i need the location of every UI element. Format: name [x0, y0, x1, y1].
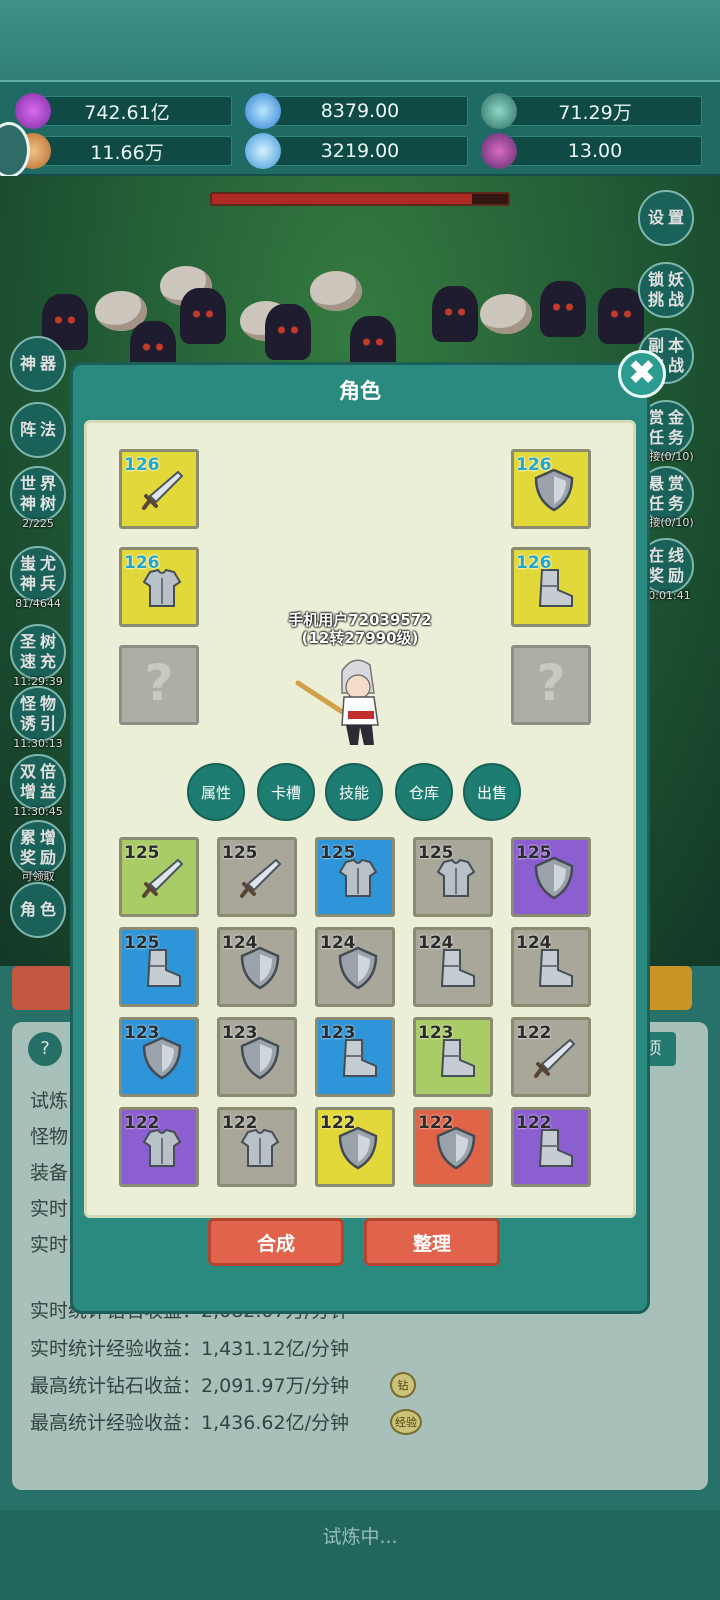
resource-ice[interactable]: 3219.00 [245, 133, 468, 169]
inventory-armor-slot[interactable]: 125 [413, 837, 493, 917]
character-panel: 126 126 126 126?? 手机用户72039572 (12转27990级) … [84, 420, 636, 1218]
inventory-armor-slot[interactable]: 122 [217, 1107, 297, 1187]
inventory-armor-slot[interactable]: 125 [315, 837, 395, 917]
potion-icon [481, 133, 517, 169]
ice-crystal-icon [245, 133, 281, 169]
inventory-boots-slot[interactable]: 124 [511, 927, 591, 1007]
item-level: 126 [124, 553, 160, 573]
top-header-band [0, 0, 720, 80]
item-level: 125 [222, 843, 258, 863]
item-level: 122 [418, 1113, 454, 1133]
inventory-sword-slot[interactable]: 125 [217, 837, 297, 917]
question-mark-icon: ? [144, 654, 174, 712]
inventory-shield-slot[interactable]: 122 [413, 1107, 493, 1187]
empty-slot[interactable]: ? [119, 645, 199, 725]
item-level: 123 [222, 1023, 258, 1043]
blue-crystal-icon [245, 93, 281, 129]
close-icon[interactable]: ✖ [618, 350, 666, 398]
item-level: 124 [418, 933, 454, 953]
rune-orb-icon [481, 93, 517, 129]
resource-value: 742.61亿 [84, 101, 170, 124]
resource-value: 71.29万 [558, 101, 632, 124]
item-level: 122 [516, 1113, 552, 1133]
resource-value: 8379.00 [320, 100, 400, 122]
tab-3[interactable]: 技能 [325, 763, 383, 821]
inventory-boots-slot[interactable]: 123 [315, 1017, 395, 1097]
item-level: 124 [516, 933, 552, 953]
item-level: 125 [124, 933, 160, 953]
item-level: 125 [320, 843, 356, 863]
inventory-shield-slot[interactable]: 123 [217, 1017, 297, 1097]
item-level: 124 [222, 933, 258, 953]
player-name-text: 手机用户72039572 [288, 611, 432, 629]
tab-4[interactable]: 仓库 [395, 763, 453, 821]
tab-5[interactable]: 出售 [463, 763, 521, 821]
inventory-boots-slot[interactable]: 125 [119, 927, 199, 1007]
inventory-sword-slot[interactable]: 125 [119, 837, 199, 917]
item-level: 122 [320, 1113, 356, 1133]
item-level: 123 [418, 1023, 454, 1043]
modal-title: 角色 [339, 379, 381, 403]
resource-rune[interactable]: 71.29万 [481, 93, 702, 129]
item-level: 126 [516, 455, 552, 475]
player-level-text: (12转27990级) [301, 629, 419, 647]
inventory-shield-slot[interactable]: 124 [217, 927, 297, 1007]
item-level: 122 [222, 1113, 258, 1133]
item-level: 125 [418, 843, 454, 863]
tab-2[interactable]: 卡槽 [257, 763, 315, 821]
item-level: 123 [320, 1023, 356, 1043]
item-level: 122 [124, 1113, 160, 1133]
item-level: 126 [516, 553, 552, 573]
inventory-armor-slot[interactable]: 122 [119, 1107, 199, 1187]
resource-value: 13.00 [567, 140, 623, 162]
inventory-boots-slot[interactable]: 122 [511, 1107, 591, 1187]
inventory-shield-slot[interactable]: 124 [315, 927, 395, 1007]
equipped-sword-slot[interactable]: 126 [119, 449, 199, 529]
tab-1[interactable]: 属性 [187, 763, 245, 821]
player-name: 手机用户72039572 (12转27990级) [87, 611, 633, 647]
sort-button[interactable]: 整理 [364, 1218, 500, 1266]
inventory-shield-slot[interactable]: 125 [511, 837, 591, 917]
resource-diamond[interactable]: 742.61亿 [15, 93, 232, 129]
item-level: 123 [124, 1023, 160, 1043]
inventory-boots-slot[interactable]: 124 [413, 927, 493, 1007]
resource-potion[interactable]: 13.00 [481, 133, 702, 169]
resource-bar: 742.61亿 8379.00 71.29万 11.66万 3219.00 13… [0, 80, 720, 176]
question-mark-icon: ? [536, 654, 566, 712]
inventory-sword-slot[interactable]: 122 [511, 1017, 591, 1097]
synthesize-button[interactable]: 合成 [208, 1218, 344, 1266]
item-level: 122 [516, 1023, 552, 1043]
resource-value: 3219.00 [320, 140, 400, 162]
item-level: 124 [320, 933, 356, 953]
item-level: 125 [124, 843, 160, 863]
empty-slot[interactable]: ? [511, 645, 591, 725]
resource-scroll[interactable]: 11.66万 [15, 133, 232, 169]
item-level: 126 [124, 455, 160, 475]
character-sprite [295, 659, 379, 745]
purple-diamond-icon [15, 93, 51, 129]
resource-value: 11.66万 [90, 141, 164, 164]
inventory-boots-slot[interactable]: 123 [413, 1017, 493, 1097]
inventory-shield-slot[interactable]: 122 [315, 1107, 395, 1187]
inventory-shield-slot[interactable]: 123 [119, 1017, 199, 1097]
resource-crystal[interactable]: 8379.00 [245, 93, 468, 129]
equipped-shield-slot[interactable]: 126 [511, 449, 591, 529]
item-level: 125 [516, 843, 552, 863]
